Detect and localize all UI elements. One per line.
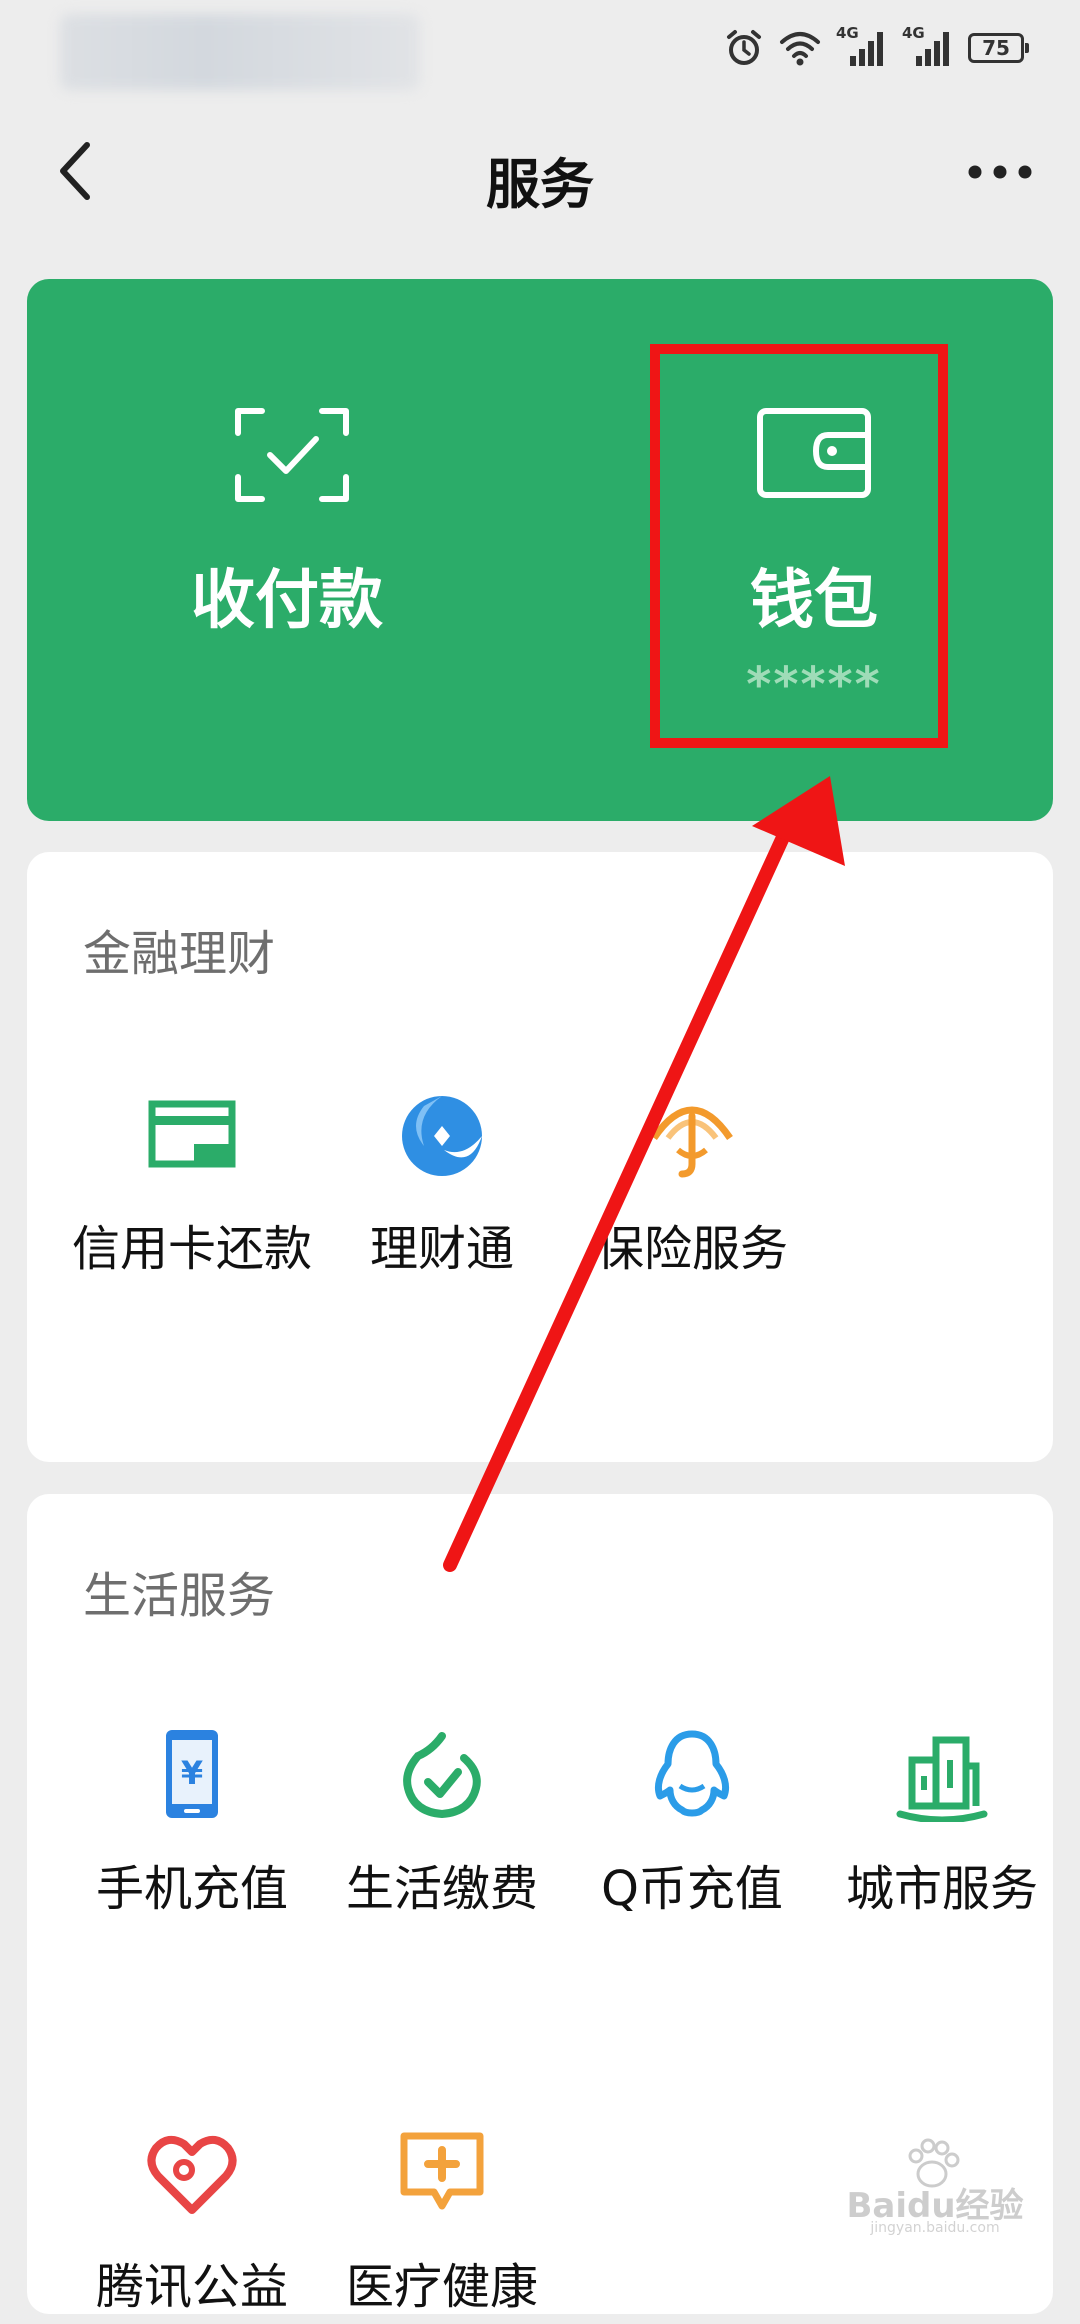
status-bar: 4G 4G 75: [0, 0, 1080, 96]
signal-bars-icon: [916, 32, 949, 66]
service-utility-payment[interactable]: 生活缴费: [317, 1726, 567, 1926]
insurance-umbrella-icon: [651, 1106, 733, 1178]
service-licaitong[interactable]: 理财通: [317, 1086, 567, 1286]
service-medical-health[interactable]: 医疗健康: [317, 2124, 567, 2324]
scan-check-icon: [235, 408, 349, 502]
more-dots-icon: [968, 165, 1032, 179]
page-title: 服务: [486, 153, 594, 216]
service-label: 手机充值: [95, 1861, 288, 1917]
service-credit-card-repay[interactable]: 信用卡还款: [67, 1086, 317, 1286]
service-mobile-topup[interactable]: ¥ 手机充值: [67, 1726, 317, 1926]
service-label: 信用卡还款: [71, 1221, 312, 1277]
pay-receive-label: 收付款: [191, 564, 383, 638]
service-label: 城市服务: [845, 1861, 1038, 1917]
signal-bars-icon: [850, 32, 883, 66]
service-q-coin-topup[interactable]: Q币充值: [567, 1726, 817, 1926]
qq-penguin-icon: [654, 1730, 730, 1817]
title-bar: 服务: [0, 96, 1080, 246]
baidu-jingyan-watermark: Baidu经验 jingyan.baidu.com: [820, 2134, 1050, 2244]
finance-section: 金融理财 信用卡还款 理财通 保险服务: [27, 852, 1053, 1462]
battery-level: 75: [982, 36, 1010, 60]
service-label: Q币充值: [601, 1861, 783, 1917]
status-icons: 4G 4G 75: [724, 24, 1029, 72]
service-insurance[interactable]: 保险服务: [567, 1086, 817, 1286]
medical-chat-icon: [400, 2132, 484, 2210]
section-title: 生活服务: [83, 1568, 276, 1624]
svg-text:¥: ¥: [181, 1754, 203, 1792]
section-title: 金融理财: [83, 926, 276, 982]
credit-card-icon: [148, 1100, 236, 1168]
service-label: 保险服务: [595, 1221, 788, 1277]
wifi-icon: [780, 32, 820, 66]
blurred-status-area: [60, 14, 420, 90]
more-options-button[interactable]: [960, 142, 1040, 202]
battery-indicator: 75: [968, 33, 1029, 63]
licaitong-icon: [402, 1096, 482, 1176]
utility-payment-icon: [403, 1732, 481, 1819]
service-label: 生活缴费: [345, 1861, 538, 1917]
signal-2: 4G: [902, 24, 954, 68]
pay-receive-button[interactable]: 收付款: [27, 279, 547, 821]
signal-1: 4G: [836, 24, 888, 68]
service-label: 医疗健康: [345, 2259, 538, 2315]
mobile-topup-icon: ¥: [166, 1730, 218, 1818]
service-label: 腾讯公益: [95, 2259, 288, 2315]
service-city-services[interactable]: 城市服务: [817, 1726, 1067, 1926]
service-tencent-charity[interactable]: 腾讯公益: [67, 2124, 317, 2324]
charity-heart-icon: [147, 2135, 237, 2214]
alarm-icon: [727, 30, 761, 65]
watermark-subtext: jingyan.baidu.com: [870, 2220, 1000, 2236]
service-label: 理财通: [369, 1221, 514, 1277]
annotation-highlight-box: [650, 344, 948, 748]
city-buildings-icon: [896, 1736, 988, 1822]
